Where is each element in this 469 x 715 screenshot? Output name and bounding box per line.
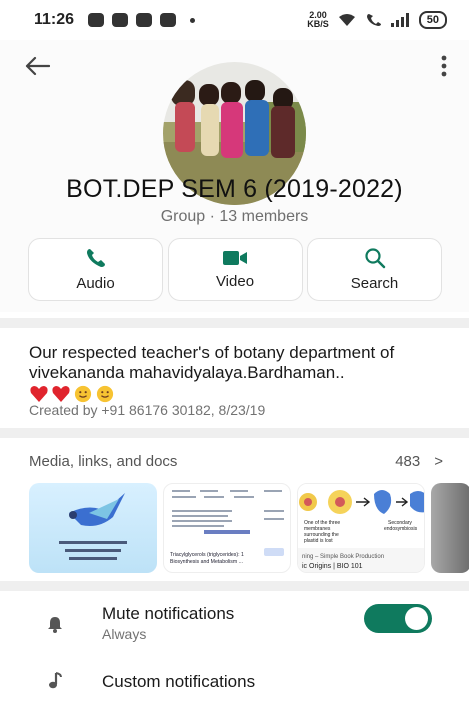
smiling-face-icon <box>74 385 92 403</box>
media-thumbnail[interactable] <box>431 483 469 573</box>
status-bar: 11:26 2.00 KB/S 50 <box>0 0 469 40</box>
search-icon <box>364 248 385 269</box>
status-right: 2.00 KB/S 50 <box>307 11 447 29</box>
notification-icon-2 <box>112 13 129 27</box>
document-preview: Triacylglycerols (triglycerides): 1 Bios… <box>170 490 284 565</box>
media-title: Media, links, and docs <box>29 453 178 470</box>
diagram-source: ning – Simple Book Production <box>302 554 384 560</box>
wifi-icon <box>338 14 355 26</box>
custom-notifications-title: Custom notifications <box>102 672 256 691</box>
mute-notifications-sub: Always <box>102 626 147 642</box>
signal-icon <box>390 13 409 27</box>
red-heart-icon <box>30 386 48 402</box>
group-member-count: Group · 13 members <box>160 208 309 225</box>
notification-icon-1 <box>88 13 105 27</box>
search-label: Search <box>350 275 399 292</box>
diagram-title: ic Origins | BIO 101 <box>302 563 363 570</box>
chevron-right-icon: > <box>434 453 443 470</box>
thumb-caption-1: Triacylglycerols (triglycerides): 1 <box>170 552 244 558</box>
media-header[interactable]: Media, links, and docs 483 > <box>29 453 443 470</box>
description-emojis <box>29 385 449 403</box>
net-speed-unit: KB/S <box>307 19 329 29</box>
mute-toggle[interactable] <box>364 604 432 633</box>
description-text: Our respected teacher's of botany depart… <box>29 343 395 382</box>
custom-notifications-row[interactable]: Custom notifications <box>0 666 469 715</box>
action-buttons: Audio Video Search <box>28 238 442 301</box>
diagram-caption-4: plastid is lost <box>304 538 333 544</box>
status-time: 11:26 <box>34 11 75 28</box>
video-label: Video <box>215 273 255 290</box>
thumb-caption-2: Biosynthesis and Metabolism ... <box>170 559 243 565</box>
music-note-icon <box>49 672 62 689</box>
bell-icon <box>48 617 62 633</box>
dot-icon <box>190 17 196 23</box>
search-button[interactable]: Search <box>307 238 442 301</box>
mute-notifications-title: Mute notifications <box>102 604 235 623</box>
diagram-preview: One of the three membranes surrounding t… <box>298 484 424 572</box>
section-divider <box>0 581 469 591</box>
phone-icon <box>86 249 105 267</box>
back-arrow-icon[interactable] <box>24 56 50 76</box>
media-thumbnail[interactable]: Triacylglycerols (triglycerides): 1 Bios… <box>163 483 291 573</box>
battery-indicator: 50 <box>418 11 447 29</box>
media-thumbnail[interactable] <box>29 483 157 573</box>
network-speed: 2.00 KB/S <box>307 11 329 29</box>
bird-illustration <box>59 493 127 560</box>
media-count: 483 > <box>395 453 443 470</box>
created-by: Created by +91 86176 30182, 8/23/19 <box>29 402 266 418</box>
media-count-value: 483 <box>395 453 421 470</box>
section-divider <box>0 428 469 438</box>
smiling-face-icon <box>96 385 114 403</box>
media-thumbnails: Triacylglycerols (triglycerides): 1 Bios… <box>29 483 469 573</box>
toggle-knob <box>405 607 428 630</box>
video-icon <box>223 251 247 265</box>
media-thumbnail[interactable]: One of the three membranes surrounding t… <box>297 483 425 573</box>
group-description[interactable]: Our respected teacher's of botany depart… <box>29 343 449 403</box>
notification-icons <box>88 13 196 27</box>
call-icon <box>366 14 381 26</box>
video-call-button[interactable]: Video <box>167 238 303 301</box>
diagram-label-endo: endosymbiosis <box>384 526 418 532</box>
red-heart-icon <box>52 386 70 402</box>
notification-icon-4 <box>160 13 177 27</box>
audio-label: Audio <box>76 275 115 292</box>
audio-call-button[interactable]: Audio <box>28 238 163 301</box>
more-options-icon[interactable] <box>439 52 449 80</box>
section-divider <box>0 318 469 328</box>
group-name: BOT.DEP SEM 6 (2019-2022) <box>66 175 403 203</box>
notification-icon-3 <box>136 13 153 27</box>
